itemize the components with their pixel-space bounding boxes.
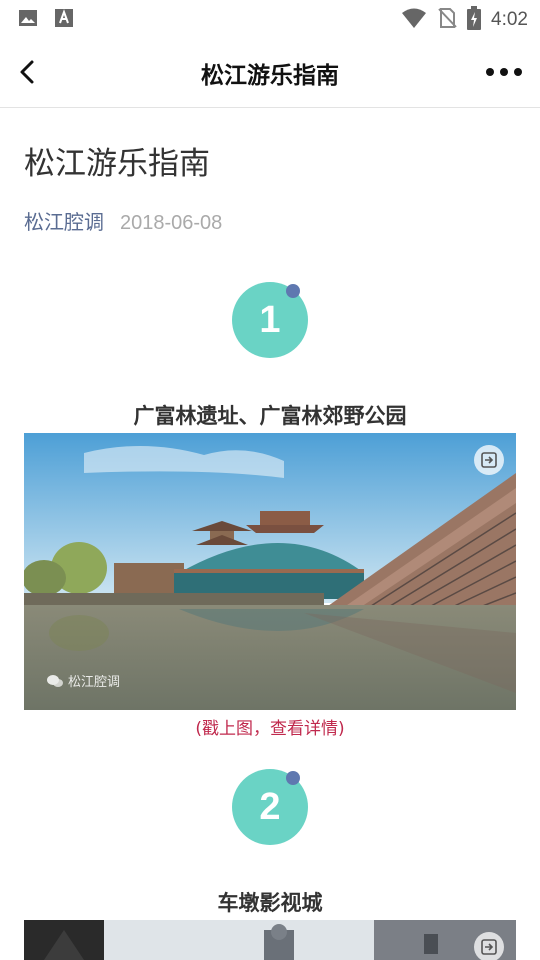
chedun-photo[interactable] [24,920,516,960]
wechat-icon [46,674,64,688]
section-heading: 车墩影视城 [217,891,323,915]
expand-icon[interactable] [474,932,504,960]
guangfulin-photo[interactable]: 松江腔调 [24,433,516,710]
no-sim-icon [437,7,457,33]
nav-title: 松江游乐指南 [201,63,339,89]
image-icon [18,8,38,32]
author-link[interactable]: 松江腔调 [24,206,104,235]
section-heading: 广富林遗址、广富林郊野公园 [133,404,407,428]
photo-caption: (戳上图，查看详情) [195,719,345,739]
badge-dot [286,771,300,785]
nav-bar: 松江游乐指南 [0,36,540,108]
expand-icon[interactable] [474,445,504,475]
wifi-icon [401,7,427,33]
more-dots-icon [484,68,524,90]
publish-date: 2018-06-08 [120,212,223,234]
more-button[interactable] [484,58,524,86]
battery-charging-icon [467,6,482,34]
article-title: 松江游乐指南 [24,146,210,182]
photo-watermark: 松江腔调 [46,671,120,690]
badge-dot [286,284,300,298]
status-bar: 4:02 [0,0,540,36]
status-time: 4:02 [491,9,528,30]
font-icon [54,8,74,32]
article-meta: 松江腔调 2018-06-08 [24,206,222,235]
